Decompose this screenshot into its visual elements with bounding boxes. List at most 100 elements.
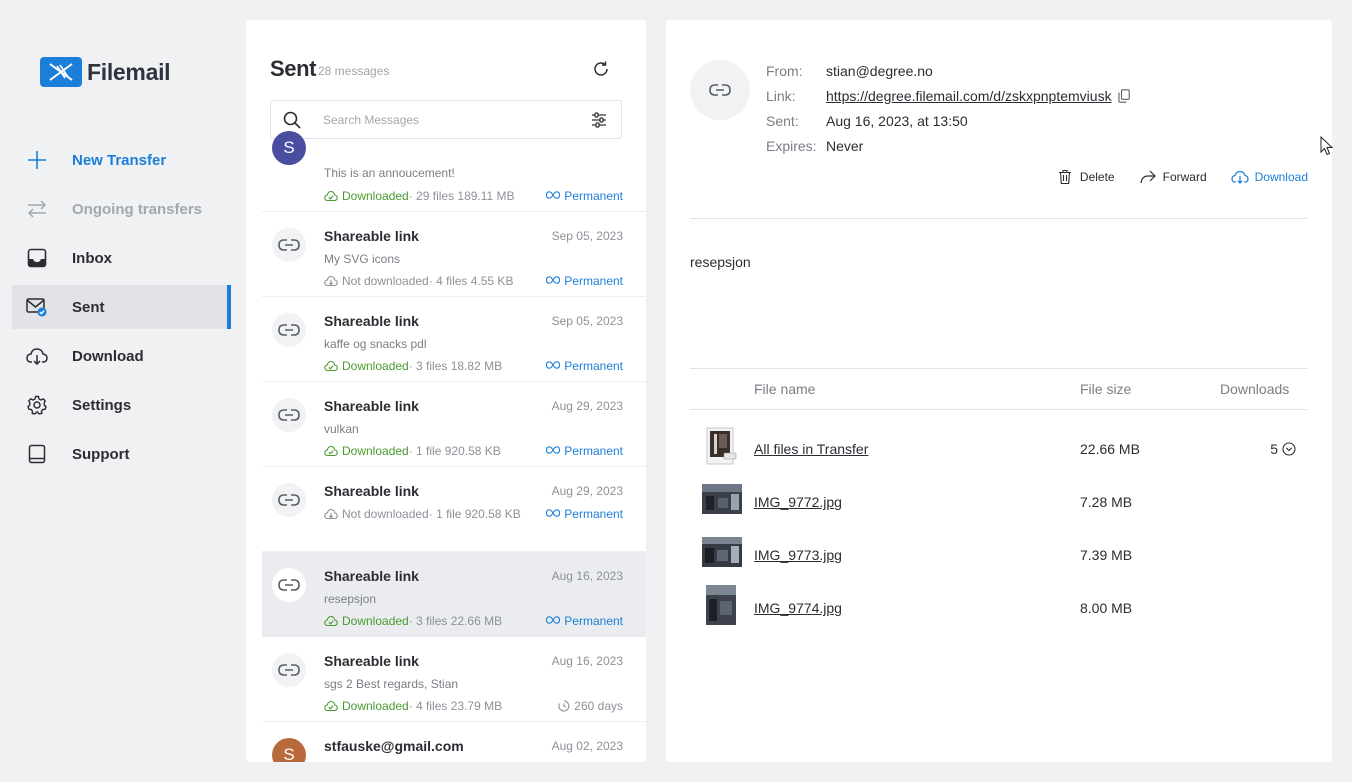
file-name-link[interactable]: IMG_9774.jpg	[754, 600, 842, 616]
support-book-icon	[26, 443, 48, 465]
expiry-badge: Permanent	[546, 359, 623, 373]
expires-value: Never	[826, 138, 864, 154]
link-avatar	[272, 313, 306, 347]
link-label: Link:	[766, 88, 796, 104]
cloud-download-icon	[26, 345, 48, 367]
cloud-check-icon	[324, 615, 338, 627]
file-meta: · 1 file 920.58 KB	[428, 507, 521, 521]
link-icon	[278, 494, 300, 506]
divider	[690, 218, 1308, 219]
message-subtitle: My SVG icons	[324, 252, 401, 266]
message-date: Aug 16, 2023	[551, 569, 623, 583]
status-text: Not downloaded	[342, 274, 429, 288]
message-date: Aug 02, 2023	[551, 739, 623, 753]
sidebar-item-label: Download	[72, 347, 144, 365]
file-name-link[interactable]: IMG_9773.jpg	[754, 547, 842, 563]
download-button[interactable]: Download	[1231, 169, 1308, 185]
link-icon	[278, 239, 300, 251]
sidebar-item-support[interactable]: Support	[12, 432, 231, 476]
sidebar-item-label: Inbox	[72, 249, 112, 267]
sent-mail-icon	[26, 296, 48, 318]
column-header-downloads[interactable]: Downloads	[1220, 381, 1289, 397]
column-header-file-name[interactable]: File name	[754, 381, 815, 397]
expires-row: Expires: Never	[766, 138, 863, 154]
message-status: Downloaded · 29 files 189.11 MB	[324, 189, 515, 203]
zip-file-thumbnail	[702, 426, 742, 466]
expiry-badge: 260 days	[558, 699, 623, 713]
file-row[interactable]: IMG_9774.jpg 8.00 MB	[690, 585, 1308, 631]
divider	[690, 409, 1308, 410]
forward-button[interactable]: Forward	[1139, 169, 1207, 185]
expiry-badge: Permanent	[546, 274, 623, 288]
infinity-icon	[546, 361, 561, 371]
expiry-text: Permanent	[564, 444, 623, 458]
file-row[interactable]: All files in Transfer 22.66 MB 5	[690, 426, 1308, 472]
sidebar-item-new-transfer[interactable]: New Transfer	[12, 138, 231, 182]
file-row[interactable]: IMG_9773.jpg 7.39 MB	[690, 535, 1308, 581]
message-status: Not downloaded · 4 files 4.55 KB	[324, 274, 513, 288]
message-item[interactable]: S This is an annoucement! Downloaded · 2…	[262, 127, 646, 212]
file-size: 22.66 MB	[1080, 441, 1140, 457]
sidebar-item-inbox[interactable]: Inbox	[12, 236, 231, 280]
message-item-selected[interactable]: Shareable link Aug 16, 2023 resepsjon Do…	[262, 552, 646, 637]
file-name-link[interactable]: All files in Transfer	[754, 441, 868, 457]
message-title: Shareable link	[324, 483, 419, 499]
share-link[interactable]: https://degree.filemail.com/d/zskxpnptem…	[826, 88, 1112, 104]
message-subtitle: This is an annoucement!	[324, 166, 455, 180]
sidebar-item-settings[interactable]: Settings	[12, 383, 231, 427]
cloud-download-icon	[1231, 169, 1249, 185]
file-meta: · 3 files 18.82 MB	[408, 359, 503, 373]
column-header-file-size[interactable]: File size	[1080, 381, 1131, 397]
message-item[interactable]: Shareable link Aug 29, 2023 vulkan Downl…	[262, 382, 646, 467]
message-title: Shareable link	[324, 568, 419, 584]
cloud-check-icon	[324, 360, 338, 372]
sidebar-item-label: Sent	[72, 298, 105, 316]
link-icon	[278, 409, 300, 421]
message-item[interactable]: Shareable link Aug 29, 2023 Not download…	[262, 467, 646, 552]
sidebar-item-ongoing-transfers[interactable]: Ongoing transfers	[12, 187, 231, 231]
file-meta: · 1 file 920.58 KB	[408, 444, 501, 458]
cloud-download-icon	[324, 275, 338, 287]
message-title: Shareable link	[324, 398, 419, 414]
download-count[interactable]: 5	[1270, 441, 1296, 457]
message-item[interactable]: Shareable link Sep 05, 2023 My SVG icons…	[262, 212, 646, 297]
file-meta: · 4 files 23.79 MB	[408, 699, 503, 713]
from-label: From:	[766, 63, 803, 79]
message-item[interactable]: Shareable link Aug 16, 2023 sgs 2 Best r…	[262, 637, 646, 722]
plus-icon	[26, 149, 48, 171]
trash-icon	[1056, 169, 1074, 185]
copy-icon[interactable]	[1118, 89, 1130, 103]
expiry-badge: Permanent	[546, 507, 623, 521]
message-item[interactable]: S stfauske@gmail.com Aug 02, 2023	[262, 722, 646, 762]
expiry-text: Permanent	[564, 359, 623, 373]
delete-label: Delete	[1079, 170, 1115, 184]
message-subtitle: resepsjon	[324, 592, 377, 606]
status-text: Downloaded	[342, 189, 409, 203]
file-row[interactable]: IMG_9772.jpg 7.28 MB	[690, 482, 1308, 528]
delete-button[interactable]: Delete	[1056, 169, 1115, 185]
message-date: Aug 29, 2023	[551, 484, 623, 498]
cloud-download-icon	[324, 508, 338, 520]
filemail-logo[interactable]: Filemail	[40, 57, 171, 87]
link-avatar	[690, 60, 750, 120]
sidebar-item-download[interactable]: Download	[12, 334, 231, 378]
link-avatar	[272, 568, 306, 602]
cloud-check-icon	[324, 445, 338, 457]
link-avatar	[272, 653, 306, 687]
sidebar-item-sent[interactable]: Sent	[12, 285, 231, 329]
message-subtitle: vulkan	[324, 422, 359, 436]
refresh-button[interactable]	[590, 58, 612, 80]
file-name-link[interactable]: IMG_9772.jpg	[754, 494, 842, 510]
inbox-icon	[26, 247, 48, 269]
timer-icon	[558, 700, 570, 712]
expiry-text: Permanent	[564, 189, 623, 203]
message-date: Sep 05, 2023	[551, 314, 623, 328]
status-text: Downloaded	[342, 444, 409, 458]
file-meta: · 3 files 22.66 MB	[408, 614, 503, 628]
expiry-badge: Permanent	[546, 614, 623, 628]
forward-arrow-icon	[1139, 169, 1157, 185]
message-title: Shareable link	[324, 313, 419, 329]
image-thumbnail	[702, 484, 742, 524]
message-item[interactable]: Shareable link Sep 05, 2023 kaffe og sna…	[262, 297, 646, 382]
file-size: 7.28 MB	[1080, 494, 1133, 510]
